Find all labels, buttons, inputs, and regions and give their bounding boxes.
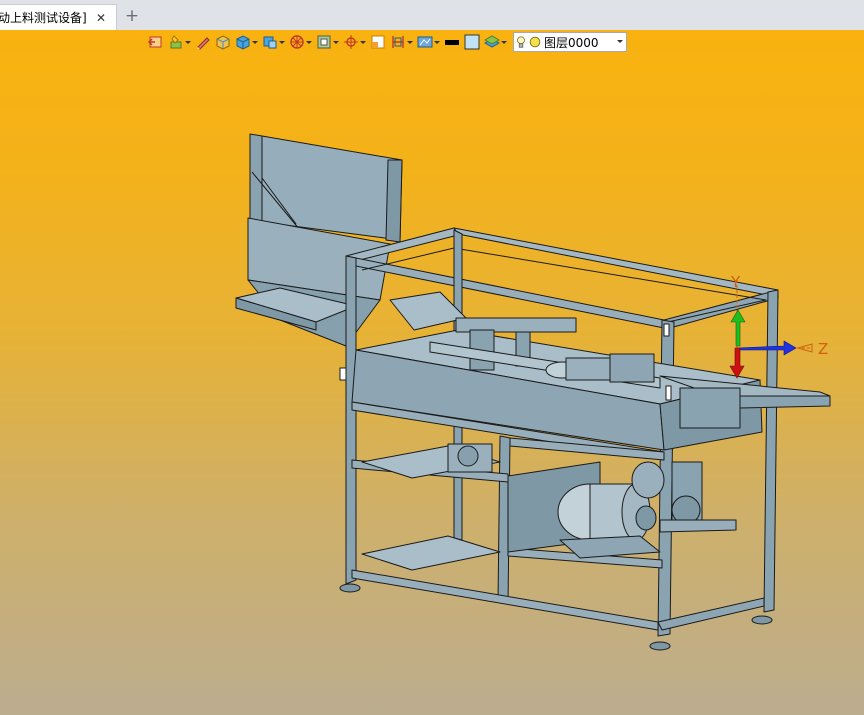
- section-button[interactable]: [370, 34, 386, 50]
- wheel-button[interactable]: [289, 34, 312, 50]
- machine-model[interactable]: Y Z: [0, 30, 864, 715]
- chevron-down-icon[interactable]: [278, 34, 285, 50]
- shaded-box-button[interactable]: [215, 34, 231, 50]
- layers-button[interactable]: [484, 34, 507, 50]
- face-color-button[interactable]: [464, 34, 480, 50]
- shaded-box-icon: [216, 35, 230, 50]
- pencil-button[interactable]: [195, 34, 211, 50]
- dimension-icon: [392, 36, 404, 48]
- chevron-down-icon[interactable]: [251, 34, 258, 50]
- exit-sketch-button[interactable]: [148, 34, 164, 50]
- close-icon[interactable]: ✕: [94, 5, 108, 31]
- wheel-icon: [290, 35, 304, 49]
- sketch-paint-icon: [170, 35, 182, 49]
- y-axis-label: Y: [730, 273, 741, 291]
- line-color-button[interactable]: [444, 34, 460, 50]
- dimension-button[interactable]: [390, 34, 413, 50]
- chevron-down-icon[interactable]: [500, 34, 507, 50]
- view-cube-icon: [263, 36, 277, 49]
- chevron-down-icon[interactable]: [332, 34, 339, 50]
- pencil-icon: [197, 37, 210, 50]
- chevron-down-icon[interactable]: [433, 34, 440, 50]
- frame-button[interactable]: [316, 34, 339, 50]
- document-tab[interactable]: 动上料测试设备] ✕: [0, 4, 117, 30]
- section-icon: [371, 35, 385, 49]
- layer-name: 图层0000: [544, 35, 599, 50]
- frame-icon: [317, 35, 331, 49]
- layer-status-icon[interactable]: [528, 34, 542, 50]
- chevron-down-icon[interactable]: [614, 33, 626, 51]
- render-icon: [417, 36, 433, 48]
- layer-select[interactable]: 图层0000: [513, 32, 627, 52]
- exit-sketch-icon: [148, 36, 162, 48]
- chevron-down-icon[interactable]: [359, 34, 366, 50]
- blue-cube-icon: [236, 35, 250, 50]
- tab-bar: 动上料测试设备] ✕ +: [0, 0, 864, 31]
- chevron-down-icon[interactable]: [184, 34, 191, 50]
- sketch-paint-button[interactable]: [168, 34, 191, 50]
- z-axis-label: Z: [818, 340, 828, 358]
- new-tab-button[interactable]: +: [124, 4, 140, 28]
- face-color-icon: [464, 34, 480, 50]
- chevron-down-icon[interactable]: [406, 34, 413, 50]
- view-toolbar: 图层0000: [148, 31, 627, 53]
- chevron-down-icon[interactable]: [305, 34, 312, 50]
- 3d-viewport[interactable]: Y Z: [0, 30, 864, 715]
- lightbulb-icon[interactable]: [514, 34, 528, 50]
- layers-icon: [484, 35, 500, 48]
- crosshair-icon: [344, 35, 358, 49]
- crosshair-button[interactable]: [343, 34, 366, 50]
- line-color-icon: [445, 40, 459, 45]
- tab-label: 动上料测试设备]: [0, 11, 87, 25]
- render-button[interactable]: [417, 34, 440, 50]
- blue-cube-button[interactable]: [235, 34, 258, 50]
- view-cube-button[interactable]: [262, 34, 285, 50]
